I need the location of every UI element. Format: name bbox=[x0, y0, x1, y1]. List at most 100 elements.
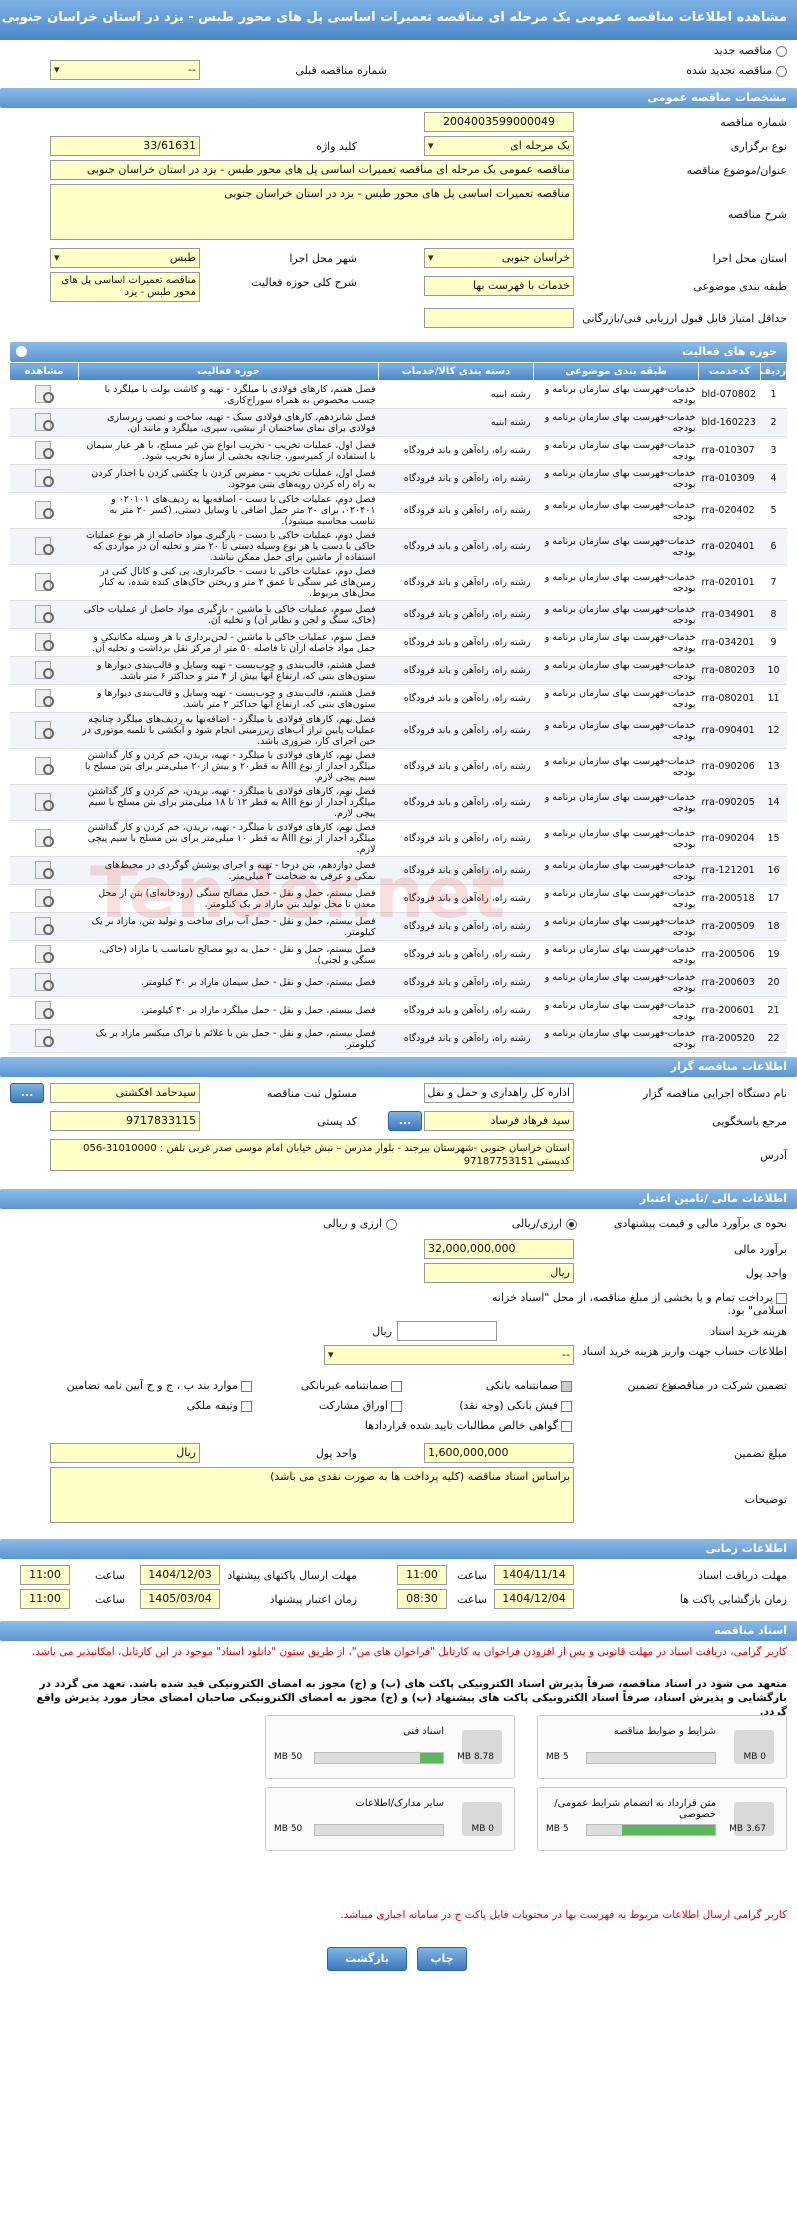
view-document-icon[interactable] bbox=[33, 1000, 55, 1019]
renewed-tender-option[interactable]: مناقصه تجدید شده bbox=[686, 64, 787, 77]
province-select[interactable]: خراسان جنوبی bbox=[424, 248, 574, 268]
view-document-icon[interactable] bbox=[33, 916, 55, 935]
table-row: 3 rra-010307 خدمات-فهرست بهای سازمان برنام… bbox=[9, 436, 787, 465]
currency-rial-label: ارزی/ریالی bbox=[511, 1217, 562, 1230]
org-field[interactable]: اداره کل راهداری و حمل و نقل bbox=[424, 1083, 574, 1103]
keyword-field[interactable]: 33/61631 bbox=[50, 136, 200, 156]
open-date[interactable]: 1404/12/04 bbox=[494, 1589, 574, 1609]
row-activity: فصل هشتم، قالب‌بندی و چوب‌بست - تهیه وسا… bbox=[78, 656, 379, 685]
service-code: rra-080203 bbox=[698, 656, 761, 685]
print-button[interactable]: چاپ bbox=[417, 1947, 467, 1971]
city-select[interactable]: طبس bbox=[50, 248, 200, 268]
estimate-field[interactable]: 32,000,000,000 bbox=[424, 1239, 574, 1259]
get-doc-time[interactable]: 11:00 bbox=[397, 1565, 447, 1585]
row-number: 2 bbox=[760, 408, 787, 437]
checkbox-icon bbox=[561, 1420, 572, 1432]
postal-field[interactable]: 9717833115 bbox=[50, 1111, 200, 1131]
guarantee-bonds-option[interactable]: اوراق مشارکت bbox=[319, 1399, 402, 1412]
guarantee-property-option[interactable]: وثیقه ملکی bbox=[187, 1399, 252, 1412]
column-header: ردیف bbox=[759, 362, 787, 381]
view-document-icon[interactable] bbox=[33, 756, 55, 775]
responsible-field[interactable]: سیدحامد افکشتی bbox=[50, 1083, 200, 1103]
radio-icon bbox=[566, 1218, 577, 1230]
bank-select[interactable]: -- bbox=[324, 1345, 574, 1365]
file-size: 3.67 MB bbox=[729, 1824, 766, 1834]
get-doc-date[interactable]: 1404/11/14 bbox=[494, 1565, 574, 1585]
row-group: رشته راه، راه‌آهن و باند فرودگاه bbox=[378, 748, 534, 785]
row-group: رشته راه، راه‌آهن و باند فرودگاه bbox=[378, 996, 534, 1025]
category-field[interactable]: خدمات با فهرست بها bbox=[424, 276, 574, 296]
min-score-field[interactable] bbox=[424, 308, 574, 328]
view-document-icon[interactable] bbox=[33, 1028, 55, 1047]
file-max-size: 50 MB bbox=[274, 1824, 303, 1834]
view-document-icon[interactable] bbox=[33, 536, 55, 555]
guarantee-other-option[interactable]: موارد بند ب ، ج و ح آیین نامه تضامین bbox=[67, 1379, 252, 1392]
new-tender-option[interactable]: مناقصه جدید bbox=[714, 44, 787, 57]
view-document-icon[interactable] bbox=[33, 860, 55, 879]
file-max-size: 5 MB bbox=[546, 1824, 569, 1834]
doc-cost-field[interactable] bbox=[397, 1321, 497, 1341]
guarantee-bank-option[interactable]: ضمانتنامه بانکی bbox=[486, 1379, 572, 1392]
subject-label: عنوان/موضوع مناقصه bbox=[686, 164, 787, 177]
view-document-icon[interactable] bbox=[33, 632, 55, 651]
file-box[interactable]: اسناد فنی 8.78 MB 50 MB bbox=[265, 1715, 515, 1779]
view-document-icon[interactable] bbox=[33, 440, 55, 459]
view-document-icon[interactable] bbox=[33, 720, 55, 739]
valid-date[interactable]: 1405/03/04 bbox=[140, 1589, 220, 1609]
view-document-icon[interactable] bbox=[33, 888, 55, 907]
subject-field[interactable]: مناقصه عمومی یک مرحله ای مناقصه تعمیرات … bbox=[50, 160, 574, 180]
ref-field[interactable]: سید فرهاد فرساد bbox=[424, 1111, 574, 1131]
row-group: رشته راه، راه‌آهن و باند فرودگاه bbox=[378, 436, 534, 465]
view-document-icon[interactable] bbox=[33, 604, 55, 623]
file-box[interactable]: متن قرارداد به انضمام شرایط عمومی/خصوصی 3… bbox=[537, 1787, 787, 1851]
tender-type-section: مناقصه جدید مناقصه تجدید شده شماره مناقص… bbox=[0, 40, 797, 84]
address-field[interactable]: استان خراسان جنوبی -شهرستان بیرجند - بلو… bbox=[50, 1139, 574, 1171]
valid-time[interactable]: 11:00 bbox=[20, 1589, 70, 1609]
view-document-icon[interactable] bbox=[33, 572, 55, 591]
row-group: رشته راه، راه‌آهن و باند فرودگاه bbox=[378, 656, 534, 685]
unit-field[interactable]: ریال bbox=[424, 1263, 574, 1283]
guarantee-claims-option[interactable]: گواهی خالص مطالبات تایید شده قراردادها bbox=[365, 1419, 572, 1432]
view-document-icon[interactable] bbox=[33, 972, 55, 991]
activity-field[interactable]: مناقصه تعمیرات اساسی پل های محور طبس - ی… bbox=[50, 272, 200, 302]
guarantee-unit-field[interactable]: ریال bbox=[50, 1443, 200, 1463]
row-number: 8 bbox=[760, 600, 787, 629]
view-document-icon[interactable] bbox=[33, 828, 55, 847]
view-document-icon[interactable] bbox=[33, 384, 55, 403]
guarantee-cash-option[interactable]: فیش بانکی (وجه نقد) bbox=[459, 1399, 572, 1412]
service-code: rra-200518 bbox=[698, 884, 761, 913]
send-time[interactable]: 11:00 bbox=[20, 1565, 70, 1585]
view-document-icon[interactable] bbox=[33, 688, 55, 707]
send-date[interactable]: 1404/12/03 bbox=[140, 1565, 220, 1585]
file-max-size: 5 MB bbox=[546, 1752, 569, 1762]
back-button[interactable]: بازگشت bbox=[327, 1947, 407, 1971]
view-document-icon[interactable] bbox=[33, 468, 55, 487]
prev-tender-select[interactable]: -- bbox=[50, 60, 200, 80]
view-document-icon[interactable] bbox=[33, 500, 55, 519]
tender-number-field[interactable]: 2004003599000049 bbox=[424, 112, 574, 132]
guarantee-nonbank-option[interactable]: ضمانتنامه غیربانکی bbox=[301, 1379, 402, 1392]
open-time[interactable]: 08:30 bbox=[397, 1589, 447, 1609]
checkbox-icon bbox=[391, 1380, 402, 1392]
ref-label: مرجع پاسخگویی bbox=[712, 1115, 787, 1128]
holding-type-select[interactable]: یک مرحله ای bbox=[424, 136, 574, 156]
notes-field[interactable]: براساس اسناد مناقصه (کلیه پرداخت ها به ص… bbox=[50, 1467, 574, 1523]
currency-rial-option[interactable]: ارزی/ریالی bbox=[512, 1217, 577, 1230]
guarantee-amount-field[interactable]: 1,600,000,000 bbox=[424, 1443, 574, 1463]
row-number: 10 bbox=[760, 656, 787, 685]
ref-more-button[interactable]: ... bbox=[388, 1111, 422, 1131]
view-document-icon[interactable] bbox=[33, 660, 55, 679]
view-document-icon[interactable] bbox=[33, 412, 55, 431]
description-field[interactable]: مناقصه تعمیرات اساسی پل های محور طبس - ی… bbox=[50, 184, 574, 240]
table-row: 12 rra-090401 خدمات-فهرست بهای سازمان برنا… bbox=[9, 712, 787, 749]
view-document-icon[interactable] bbox=[33, 944, 55, 963]
payment-note-option[interactable]: پرداخت تمام و یا بخشی از مبلغ مناقصه، از… bbox=[487, 1291, 787, 1317]
collapse-icon[interactable] bbox=[16, 346, 27, 357]
file-box[interactable]: شرایط و ضوابط مناقصه 0 MB 5 MB bbox=[537, 1715, 787, 1779]
view-document-icon[interactable] bbox=[33, 792, 55, 811]
currency-both-option[interactable]: ارزی و ریالی bbox=[323, 1217, 397, 1230]
table-row: 8 rra-034901 خدمات-فهرست بهای سازمان برنام… bbox=[9, 600, 787, 629]
table-row: 11 rra-080201 خدمات-فهرست بهای سازمان برنا… bbox=[9, 684, 787, 713]
file-box[interactable]: سایر مدارک/اطلاعات 0 MB 50 MB bbox=[265, 1787, 515, 1851]
responsible-more-button[interactable]: ... bbox=[10, 1083, 44, 1103]
